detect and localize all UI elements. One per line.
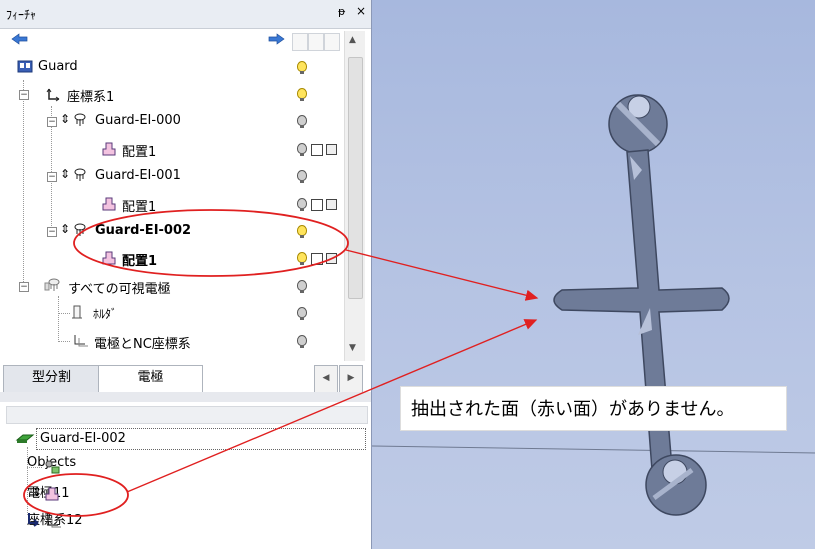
collapse-icon[interactable]: − (47, 117, 57, 127)
tree-item-label: Guard-EI-001 (95, 168, 181, 183)
panel-tabs: 型分割 電極 ◀ ▶ (0, 362, 371, 393)
visible-bulb-icon[interactable] (297, 335, 307, 348)
tab-scroll-right-icon[interactable]: ▶ (339, 365, 363, 393)
panel-title: ﾌｨｰﾁｬ (6, 8, 37, 22)
lower-item-electrode11[interactable]: ⇕ 電極11 (27, 482, 327, 506)
tree-item-label: 座標系1 (67, 90, 115, 105)
solid-icon (326, 199, 337, 210)
updown-icon: ⇕ (60, 167, 71, 181)
scroll-up-icon[interactable]: ▲ (349, 35, 356, 45)
tree-item-ei002[interactable]: − ⇕ Guard-EI-002 (0, 219, 344, 243)
tree-item-label: すべての可視電極 (68, 282, 171, 297)
nav-slot (292, 33, 308, 51)
collapse-icon[interactable]: − (19, 90, 29, 100)
visible-bulb-icon[interactable] (297, 115, 307, 128)
tab-separator (0, 392, 371, 402)
tree-item-coord1[interactable]: − 座標系1 (0, 82, 344, 106)
electrode-icon (74, 168, 86, 181)
checkbox[interactable] (311, 253, 323, 265)
lower-toolbar (6, 406, 368, 424)
coordinate-system-icon (46, 88, 60, 102)
visible-bulb-icon[interactable] (297, 198, 307, 211)
updown-icon: ⇕ (60, 112, 71, 126)
tree-item-label: 配置1 (122, 200, 157, 215)
visible-bulb-icon[interactable] (297, 252, 307, 265)
collapse-icon[interactable]: − (47, 227, 57, 237)
back-button[interactable] (10, 31, 32, 51)
visible-bulb-icon[interactable] (297, 280, 307, 293)
holder-icon (72, 305, 82, 319)
tree-scrollbar[interactable]: ▲ ▼ (344, 31, 365, 361)
placement-icon (102, 142, 116, 156)
tree-item-place000[interactable]: 配置1 (0, 137, 344, 161)
checkbox[interactable] (311, 199, 323, 211)
part-icon (15, 434, 35, 443)
placement-icon (45, 487, 59, 501)
tab-scroll-left-icon[interactable]: ◀ (314, 365, 338, 393)
tab-electrode[interactable]: 電極 (98, 365, 203, 393)
electrode-model (372, 94, 815, 516)
tree-item-place001[interactable]: 配置1 (0, 192, 344, 216)
arrow-left-icon (11, 33, 28, 45)
checkbox[interactable] (311, 144, 323, 156)
tree-item-guard[interactable]: Guard (0, 55, 344, 79)
tree-item-place002[interactable]: 配置1 (0, 246, 344, 270)
visible-bulb-icon[interactable] (297, 88, 307, 101)
collapse-icon[interactable]: − (19, 282, 29, 292)
objects-icon (45, 460, 60, 474)
nav-slot (324, 33, 340, 51)
updown-icon: ⇕ (32, 485, 43, 499)
visible-bulb-icon[interactable] (297, 170, 307, 183)
tab-mold-split[interactable]: 型分割 (3, 365, 100, 393)
tree-item-label: Guard-EI-000 (95, 113, 181, 128)
close-icon[interactable]: × (356, 4, 366, 18)
lower-item-root[interactable]: Guard-EI-002 (10, 427, 366, 451)
updown-icon: ⇕ (60, 222, 71, 236)
electrode-icon (74, 223, 86, 236)
visible-bulb-icon[interactable] (297, 143, 307, 156)
visible-bulb-icon[interactable] (297, 307, 307, 320)
annotation-callout: 抽出された面（赤い面）がありません。 (400, 386, 787, 431)
tree-item-label: 配置1 (122, 254, 158, 269)
scroll-thumb[interactable] (348, 57, 363, 299)
arrow-right-icon (268, 33, 285, 45)
tree-item-label: Guard-EI-002 (36, 428, 366, 450)
nav-slot (308, 33, 324, 51)
scroll-down-icon[interactable]: ▼ (349, 343, 356, 353)
tree-item-visible-electrodes[interactable]: − すべての可視電極 (0, 274, 344, 298)
electrode-icon (74, 113, 86, 126)
solid-icon (326, 144, 337, 155)
tree-item-label: Guard (38, 59, 78, 74)
tree-item-label: 配置1 (122, 145, 157, 160)
lower-item-objects[interactable]: Objects (27, 455, 327, 479)
tree-item-ei000[interactable]: − ⇕ Guard-EI-000 (0, 109, 344, 133)
forward-button[interactable] (266, 31, 288, 51)
assembly-icon (17, 60, 33, 73)
tree-item-label: 電極とNC座標系 (94, 337, 191, 352)
solid-icon (326, 253, 337, 264)
coordinate-system-icon (47, 516, 61, 528)
visible-bulb-icon[interactable] (297, 61, 307, 74)
feature-panel: ﾌｨｰﾁｬ ᵽ × ▲ ▼ Guard − 座標系1 − ⇕ Guard-EI-… (0, 0, 371, 549)
pin-icon[interactable]: ᵽ (338, 5, 345, 18)
tree-item-label: ﾎﾙﾀﾞ (93, 307, 118, 321)
tree-item-holder[interactable]: ﾎﾙﾀﾞ (0, 301, 344, 325)
visible-bulb-icon[interactable] (297, 225, 307, 238)
placement-icon (102, 251, 116, 265)
nav-toolbar (0, 31, 344, 53)
3d-viewport[interactable] (371, 0, 815, 549)
nc-coordinate-icon (74, 335, 88, 347)
tree-item-ei001[interactable]: − ⇕ Guard-EI-001 (0, 164, 344, 188)
collapse-icon[interactable]: − (47, 172, 57, 182)
tree-item-label: Guard-EI-002 (95, 223, 192, 238)
tree-corner-arrow-icon (28, 513, 39, 527)
tree-item-nc-coord[interactable]: 電極とNC座標系 (0, 329, 344, 353)
panel-title-bar: ﾌｨｰﾁｬ ᵽ × (0, 0, 371, 29)
lower-item-coord12[interactable]: 座標系12 (27, 509, 327, 533)
electrode-group-icon (44, 278, 60, 291)
placement-icon (102, 197, 116, 211)
